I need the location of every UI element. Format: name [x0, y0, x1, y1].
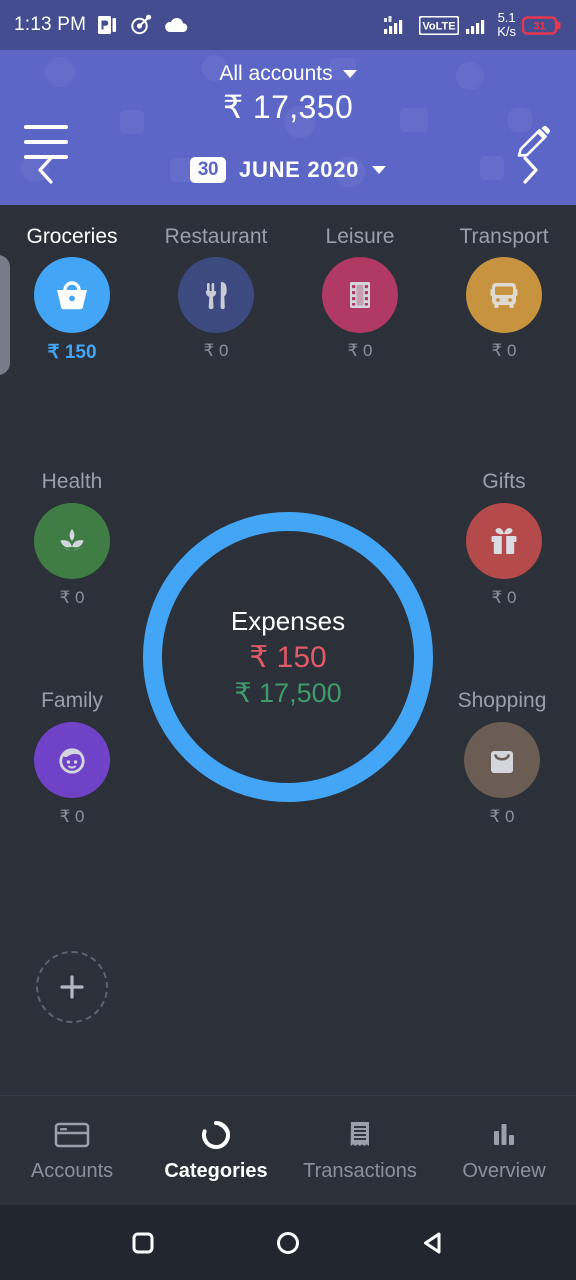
category-amount: ₹ 0: [203, 341, 229, 360]
category-family[interactable]: Family ₹ 0: [11, 689, 133, 827]
nav-label: Categories: [164, 1159, 268, 1182]
category-label: Family: [41, 689, 103, 712]
category-amount: ₹ 0: [489, 807, 515, 826]
category-groceries[interactable]: Groceries ₹ 150: [0, 225, 144, 405]
cloud-icon: [165, 17, 188, 33]
bottom-navigation: Accounts Categories Transactions Overvie…: [0, 1095, 576, 1205]
back-triangle-icon[interactable]: [414, 1224, 452, 1262]
category-label: Transport: [459, 225, 549, 248]
bus-icon: [466, 257, 542, 333]
target-icon: [131, 14, 152, 35]
credit-card-icon: [54, 1122, 90, 1147]
category-leisure[interactable]: Leisure ₹ 0: [288, 225, 432, 405]
fork-knife-icon: [178, 257, 254, 333]
volte-icon: VoLTE: [419, 15, 460, 35]
account-label: All accounts: [219, 62, 333, 85]
account-selector[interactable]: All accounts: [219, 62, 357, 86]
nav-label: Transactions: [303, 1159, 417, 1182]
category-gifts[interactable]: Gifts ₹ 0: [443, 470, 565, 608]
powerpoint-icon: [98, 16, 117, 34]
battery-label: 31: [533, 20, 545, 32]
chevron-down-icon: [372, 166, 387, 174]
category-amount: ₹ 0: [59, 807, 85, 826]
status-bar: 1:13 PM VoLTE 5.1 K/s 31: [0, 0, 576, 50]
donut-chart-icon: [202, 1120, 230, 1149]
donut-expense-amount: ₹ 150: [249, 640, 327, 674]
category-label: Gifts: [482, 470, 526, 493]
day-badge: 30: [189, 157, 227, 183]
status-bar-left: 1:13 PM: [14, 14, 189, 36]
category-transport[interactable]: Transport ₹ 0: [432, 225, 576, 405]
category-amount: ₹ 0: [491, 341, 517, 360]
month-year-label: JUNE 2020: [239, 157, 360, 182]
android-navigation-bar: [0, 1205, 576, 1280]
signal-2-icon: [466, 20, 485, 34]
total-balance: ₹ 17,350: [222, 89, 354, 125]
month-selector[interactable]: 30 JUNE 2020: [189, 157, 387, 183]
plus-icon: [60, 975, 84, 999]
nav-item-transactions[interactable]: Transactions: [288, 1119, 432, 1183]
expenses-donut[interactable]: Expenses ₹ 150 ₹ 17,500: [143, 512, 433, 802]
data-rate-unit: K/s: [497, 24, 516, 39]
category-amount: ₹ 0: [347, 341, 373, 360]
film-strip-icon: [322, 257, 398, 333]
leaf-spa-icon: [34, 503, 110, 579]
account-selector-group: All accounts ₹ 17,350: [0, 62, 576, 126]
category-label: Health: [41, 470, 103, 493]
app-bar: All accounts ₹ 17,350 30 JUNE 2020: [0, 50, 576, 205]
category-label: Shopping: [457, 689, 547, 712]
chevron-down-icon: [342, 70, 357, 78]
shopping-basket-icon: [34, 257, 110, 333]
nav-label: Accounts: [30, 1159, 114, 1182]
category-label: Leisure: [325, 225, 395, 248]
status-clock: 1:13 PM: [14, 14, 87, 35]
category-shopping[interactable]: Shopping ₹ 0: [432, 689, 572, 827]
recents-square-icon[interactable]: [124, 1224, 162, 1262]
category-health[interactable]: Health ₹ 0: [11, 470, 133, 608]
data-rate-value: 5.1: [497, 10, 516, 26]
status-bar-right: VoLTE 5.1 K/s 31: [383, 11, 562, 38]
donut-title: Expenses: [230, 605, 346, 636]
receipt-icon: [350, 1121, 369, 1146]
chevron-left-icon[interactable]: [22, 147, 70, 193]
add-category-button[interactable]: [36, 951, 108, 1023]
category-label: Groceries: [26, 225, 118, 248]
nav-item-overview[interactable]: Overview: [432, 1119, 576, 1183]
chevron-right-icon[interactable]: [506, 147, 554, 193]
phone-screen: 1:13 PM VoLTE 5.1 K/s 31 All accounts ₹ …: [0, 0, 576, 1280]
category-amount: ₹ 0: [59, 588, 85, 607]
bar-chart-icon: [494, 1123, 514, 1145]
shopping-bag-icon: [464, 722, 540, 798]
gift-box-icon: [466, 503, 542, 579]
home-circle-icon[interactable]: [269, 1224, 307, 1262]
category-label: Restaurant: [164, 225, 268, 248]
nav-item-accounts[interactable]: Accounts: [0, 1119, 144, 1183]
top-category-strip[interactable]: Groceries ₹ 150 Restaurant ₹ 0 Leisure ₹…: [0, 225, 576, 405]
signal-1-icon: [384, 16, 403, 34]
category-restaurant[interactable]: Restaurant ₹ 0: [144, 225, 288, 405]
svg-text:VoLTE: VoLTE: [423, 20, 456, 32]
data-rate-indicator: 5.1 K/s: [497, 11, 516, 38]
category-amount: ₹ 150: [47, 342, 97, 363]
nav-item-categories[interactable]: Categories: [144, 1119, 288, 1183]
date-navigator: 30 JUNE 2020: [0, 147, 576, 193]
battery-icon: 31: [522, 15, 561, 35]
child-face-icon: [34, 722, 110, 798]
nav-label: Overview: [462, 1159, 546, 1182]
category-amount: ₹ 0: [491, 588, 517, 607]
donut-income-amount: ₹ 17,500: [234, 677, 342, 708]
